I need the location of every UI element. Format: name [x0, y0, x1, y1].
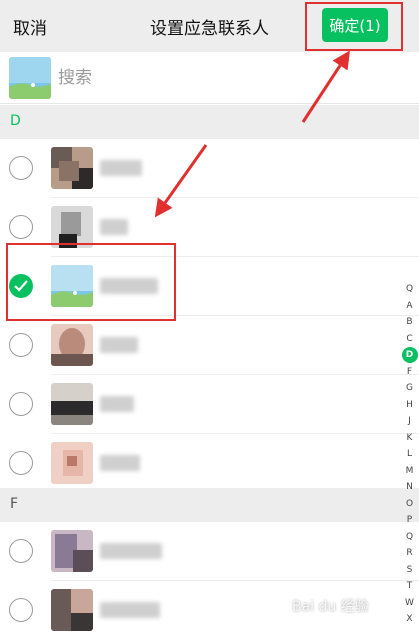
arrow-to-contact	[154, 144, 208, 218]
annotation-arrows	[154, 50, 350, 218]
watermark: Bai du 经验	[292, 599, 369, 615]
arrow-to-confirm	[301, 50, 350, 123]
